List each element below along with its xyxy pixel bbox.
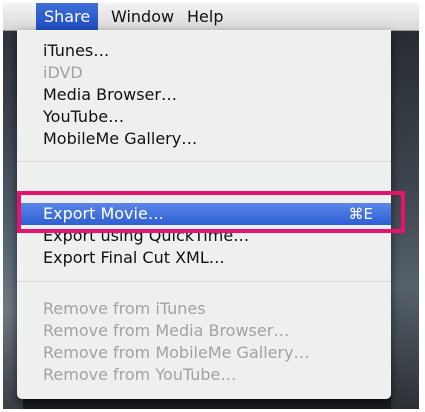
menu-item-mobileme-gallery[interactable]: MobileMe Gallery… — [17, 128, 391, 150]
menu-separator — [17, 161, 391, 162]
menu-bar: Share Window Help — [3, 3, 419, 31]
menu-item-media-browser[interactable]: Media Browser… — [17, 84, 391, 106]
menu-window[interactable]: Window — [103, 3, 182, 30]
menu-share[interactable]: Share — [36, 3, 99, 30]
menu-item-itunes[interactable]: iTunes… — [17, 40, 391, 62]
menu-item-youtube[interactable]: YouTube… — [17, 106, 391, 128]
menu-help[interactable]: Help — [179, 3, 231, 30]
menu-separator — [17, 281, 391, 282]
menu-item-remove-mobileme-gallery: Remove from MobileMe Gallery… — [43, 343, 310, 362]
menu-item-remove-youtube: Remove from YouTube… — [43, 365, 237, 384]
menu-item-remove-media-browser: Remove from Media Browser… — [43, 321, 290, 340]
menu-item-export-final-cut-xml[interactable]: Export Final Cut XML… — [17, 247, 391, 269]
menu-item-idvd: iDVD — [43, 63, 83, 82]
menu-item-remove-itunes: Remove from iTunes — [43, 299, 206, 318]
highlight-annotation-box — [17, 191, 405, 233]
